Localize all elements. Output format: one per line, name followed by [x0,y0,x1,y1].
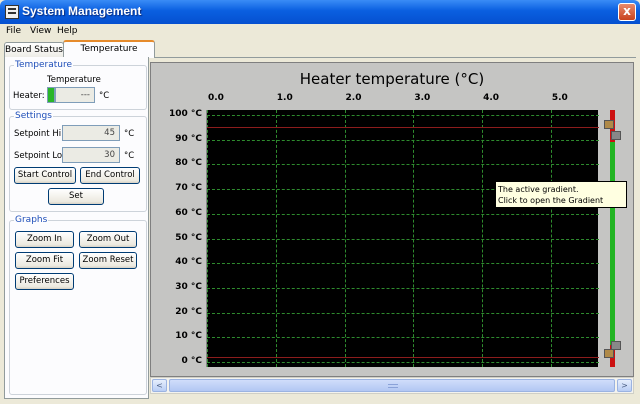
y-tick-label: 10 °C [175,331,202,342]
scroll-grip-icon [388,384,398,388]
y-tick-label: 60 °C [175,207,202,218]
gradient-handle-upper-stop[interactable] [611,131,621,140]
y-grid-line [207,139,599,141]
end-control-button[interactable]: End Control [80,167,140,184]
y-grid-line [207,238,599,240]
gradient-handle-upper[interactable] [604,120,614,129]
zoom-fit-button[interactable]: Zoom Fit [15,252,74,269]
temperature-column-header: Temperature [47,75,101,85]
tab-board-status[interactable]: Board Status [4,42,64,58]
temperature-group-label: Temperature [14,60,74,70]
graphs-group-label: Graphs [14,215,49,225]
gradient-handle-lower[interactable] [604,349,614,358]
setpoint-hi-field[interactable]: 45 [62,125,120,141]
limit-line [207,357,599,359]
tab-temperature-control[interactable]: Temperature Control [63,40,155,68]
limit-line [207,127,599,129]
setpoint-lo-field[interactable]: 30 [62,147,120,163]
x-tick-label: 3.0 [414,93,431,103]
menu-file[interactable]: File [6,26,21,36]
preferences-button[interactable]: Preferences [15,273,74,290]
setpoint-hi-label: Setpoint Hi [14,129,62,139]
settings-group-label: Settings [14,111,53,121]
y-tick-label: 70 °C [175,183,202,194]
y-grid-line [207,114,599,116]
y-grid-line [207,263,599,265]
app-icon[interactable] [5,5,19,19]
y-tick-label: 90 °C [175,133,202,144]
y-grid-line [207,337,599,339]
tooltip-line-1: The active gradient. [498,185,579,194]
x-tick-label: 5.0 [551,93,568,103]
heater-unit: °C [99,91,110,101]
y-grid-line [207,287,599,289]
heater-label: Heater: [13,91,45,101]
zoom-in-button[interactable]: Zoom In [15,231,74,248]
y-tick-label: 100 °C [168,108,202,119]
y-tick-label: 20 °C [175,306,202,317]
heater-value-field: --- [55,87,95,103]
x-tick-label: 0.0 [208,93,224,103]
heater-level-indicator [47,87,55,103]
menu-view[interactable]: View [30,26,51,36]
x-tick-label: 2.0 [345,93,362,103]
chart-title: Heater temperature (°C) [299,70,485,88]
x-tick-label: 4.0 [483,93,500,103]
window-title: System Management [22,4,142,18]
y-tick-label: 50 °C [175,232,202,243]
menu-bar [0,24,640,40]
plot-area[interactable] [206,110,599,367]
zoom-reset-button[interactable]: Zoom Reset [79,252,137,269]
gradient-bar-low[interactable] [610,142,615,345]
set-button[interactable]: Set [48,188,104,205]
y-tick-label: 30 °C [175,281,202,292]
tooltip-line-2: Click to open the Gradient Dialog. [498,196,604,216]
menu-help[interactable]: Help [57,26,78,36]
setpoint-lo-unit: °C [124,151,135,161]
gradient-handle-lower-stop[interactable] [611,341,621,350]
scroll-right-button[interactable]: > [617,379,632,392]
close-button[interactable]: x [618,3,636,21]
y-grid-line [207,312,599,314]
setpoint-lo-label: Setpoint Lo [14,151,63,161]
y-tick-label: 0 °C [181,356,202,367]
y-tick-label: 80 °C [175,158,202,169]
y-tick-label: 40 °C [175,257,202,268]
start-control-button[interactable]: Start Control [14,167,76,184]
x-tick-label: 1.0 [276,93,293,103]
scroll-thumb[interactable] [169,379,615,392]
setpoint-hi-unit: °C [124,129,135,139]
y-grid-line [207,164,599,166]
gradient-tooltip: The active gradient. Click to open the G… [495,181,627,216]
y-grid-line [207,362,599,364]
scroll-left-button[interactable]: < [152,379,167,392]
horizontal-scrollbar[interactable]: < > [150,377,634,394]
zoom-out-button[interactable]: Zoom Out [79,231,137,248]
